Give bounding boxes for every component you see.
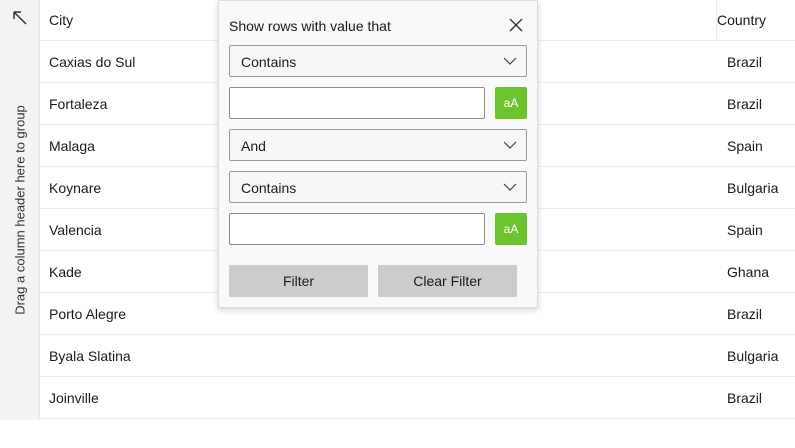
filter-operator-1-value: Contains: [241, 54, 297, 70]
filter-button[interactable]: Filter: [229, 265, 368, 297]
match-case-1-button[interactable]: aA: [495, 87, 527, 119]
cell-country: Brazil: [727, 96, 763, 112]
cell-city: Porto Alegre: [49, 306, 127, 322]
filter-value-1-input[interactable]: [229, 87, 485, 119]
group-panel-hint: Drag a column header here to group: [12, 105, 28, 315]
table-row[interactable]: Byala Slatina Bulgaria: [40, 335, 795, 377]
group-panel[interactable]: Drag a column header here to group: [0, 0, 40, 420]
filter-popup: Show rows with value that Contains aA An…: [218, 0, 538, 308]
column-header-country[interactable]: Country: [717, 12, 766, 28]
cell-country: Spain: [727, 138, 763, 154]
cell-city: Valencia: [49, 222, 102, 238]
chevron-down-icon: [503, 57, 517, 65]
clear-filter-button[interactable]: Clear Filter: [378, 265, 517, 297]
column-header-city[interactable]: City: [49, 12, 73, 28]
cell-city: Kade: [49, 264, 82, 280]
cell-country: Bulgaria: [727, 348, 779, 364]
cell-country: Brazil: [727, 306, 763, 322]
cell-city: Koynare: [49, 180, 102, 196]
close-icon[interactable]: [506, 15, 526, 35]
chevron-down-icon: [503, 183, 517, 191]
cell-city: Joinville: [49, 390, 99, 406]
cell-country: Ghana: [727, 264, 770, 280]
filter-value-2-input[interactable]: [229, 213, 485, 245]
chevron-down-icon: [503, 141, 517, 149]
filter-operator-2-value: Contains: [241, 180, 297, 196]
cell-city: Fortaleza: [49, 96, 108, 112]
table-row[interactable]: Joinville Brazil: [40, 377, 795, 419]
cell-city: Malaga: [49, 138, 95, 154]
filter-popup-title: Show rows with value that: [229, 18, 391, 34]
cell-country: Spain: [727, 222, 763, 238]
cell-country: Brazil: [727, 390, 763, 406]
match-case-2-button[interactable]: aA: [495, 213, 527, 245]
cell-city: Caxias do Sul: [49, 54, 136, 70]
cell-country: Brazil: [727, 54, 763, 70]
arrow-up-left-icon[interactable]: [10, 8, 30, 28]
filter-operator-1-select[interactable]: Contains: [229, 45, 527, 77]
filter-operator-2-select[interactable]: Contains: [229, 171, 527, 203]
cell-country: Bulgaria: [727, 180, 779, 196]
cell-city: Byala Slatina: [49, 348, 131, 364]
grid-footer-space: [0, 420, 795, 448]
logical-operator-select[interactable]: And: [229, 129, 527, 161]
logical-operator-value: And: [241, 138, 266, 154]
